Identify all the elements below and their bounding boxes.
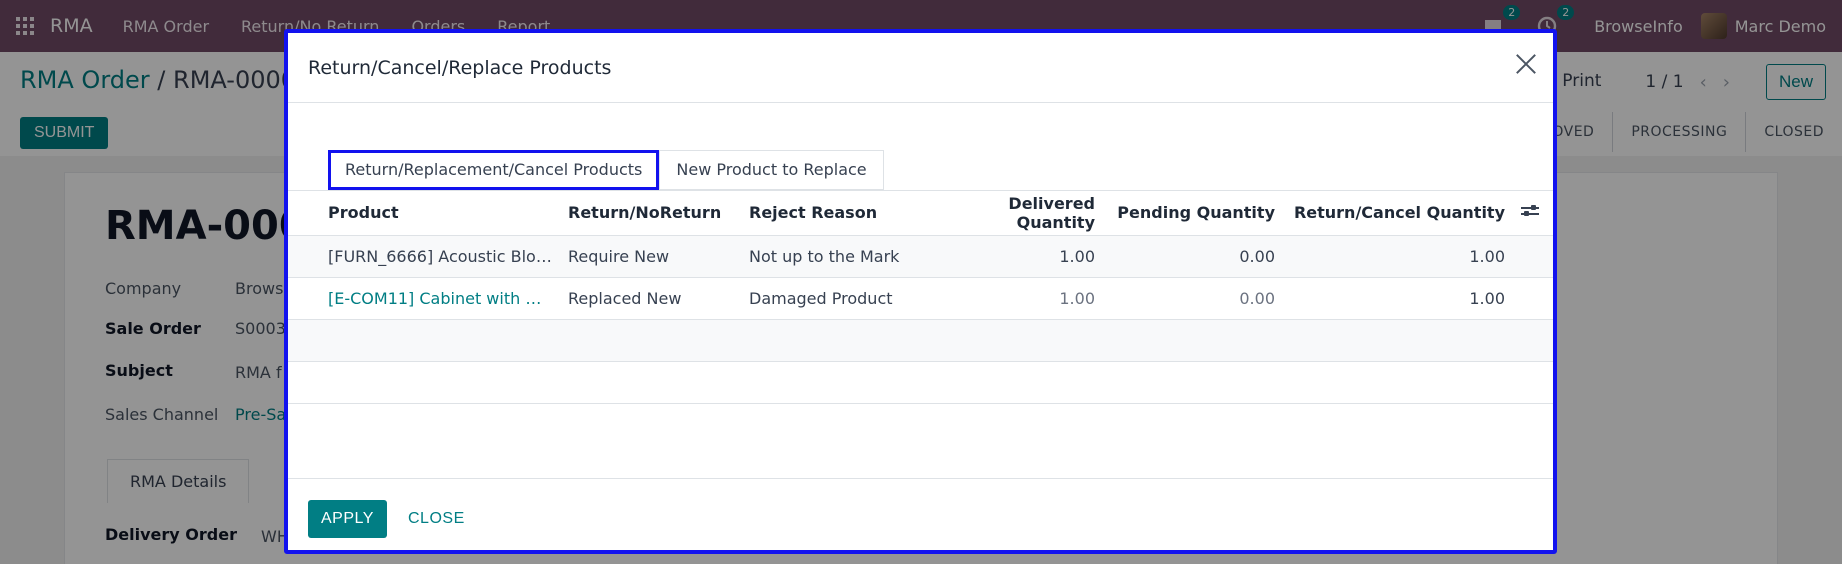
return-cancel-replace-dialog: Return/Cancel/Replace Products Return/Re… xyxy=(284,29,1557,554)
cell-pending-quantity[interactable]: 0.00 xyxy=(1103,235,1283,278)
cell-spacer xyxy=(1513,277,1553,320)
table-row[interactable]: [E-COM11] Cabinet with Doors Replaced Ne… xyxy=(288,277,1553,320)
column-product[interactable]: Product xyxy=(288,191,560,236)
cell-product[interactable]: [FURN_6666] Acoustic Bloc Screens xyxy=(288,235,560,278)
table-header-row: Product Return/NoReturn Reject Reason De… xyxy=(288,191,1553,236)
cell-delivered-quantity: 1.00 xyxy=(933,277,1103,320)
column-return-noreturn[interactable]: Return/NoReturn xyxy=(560,191,741,236)
dialog-header: Return/Cancel/Replace Products xyxy=(288,33,1553,103)
cell-spacer xyxy=(1513,235,1553,278)
dialog-tabs: Return/Replacement/Cancel Products New P… xyxy=(328,150,884,190)
cell-return-cancel-quantity[interactable]: 1.00 xyxy=(1283,277,1513,320)
cell-pending-quantity: 0.00 xyxy=(1103,277,1283,320)
cell-return-type[interactable]: Require New xyxy=(560,235,741,278)
optional-columns-toggle[interactable] xyxy=(1513,191,1553,236)
dialog-title: Return/Cancel/Replace Products xyxy=(308,57,612,79)
close-button[interactable]: CLOSE xyxy=(400,500,473,538)
sliders-icon xyxy=(1521,204,1539,218)
dialog-footer: APPLY CLOSE xyxy=(288,478,1553,554)
column-reject-reason[interactable]: Reject Reason xyxy=(741,191,933,236)
cell-reject-reason[interactable]: Damaged Product xyxy=(741,277,933,320)
cell-return-cancel-quantity[interactable]: 1.00 xyxy=(1283,235,1513,278)
table-row[interactable]: [FURN_6666] Acoustic Bloc Screens Requir… xyxy=(288,235,1553,278)
empty-row xyxy=(288,361,1553,404)
cell-product[interactable]: [E-COM11] Cabinet with Doors xyxy=(288,277,560,320)
cell-reject-reason[interactable]: Not up to the Mark xyxy=(741,235,933,278)
column-delivered-quantity[interactable]: Delivered Quantity xyxy=(933,191,1103,236)
close-icon[interactable] xyxy=(1513,51,1539,77)
empty-row xyxy=(288,319,1553,362)
tab-new-product-to-replace[interactable]: New Product to Replace xyxy=(659,150,884,190)
apply-button[interactable]: APPLY xyxy=(308,500,387,538)
column-return-cancel-quantity[interactable]: Return/Cancel Quantity xyxy=(1283,191,1513,236)
cell-delivered-quantity[interactable]: 1.00 xyxy=(933,235,1103,278)
cell-return-type[interactable]: Replaced New xyxy=(560,277,741,320)
tab-return-replacement-cancel[interactable]: Return/Replacement/Cancel Products xyxy=(328,150,660,190)
column-pending-quantity[interactable]: Pending Quantity xyxy=(1103,191,1283,236)
product-lines-table: Product Return/NoReturn Reject Reason De… xyxy=(288,191,1553,404)
